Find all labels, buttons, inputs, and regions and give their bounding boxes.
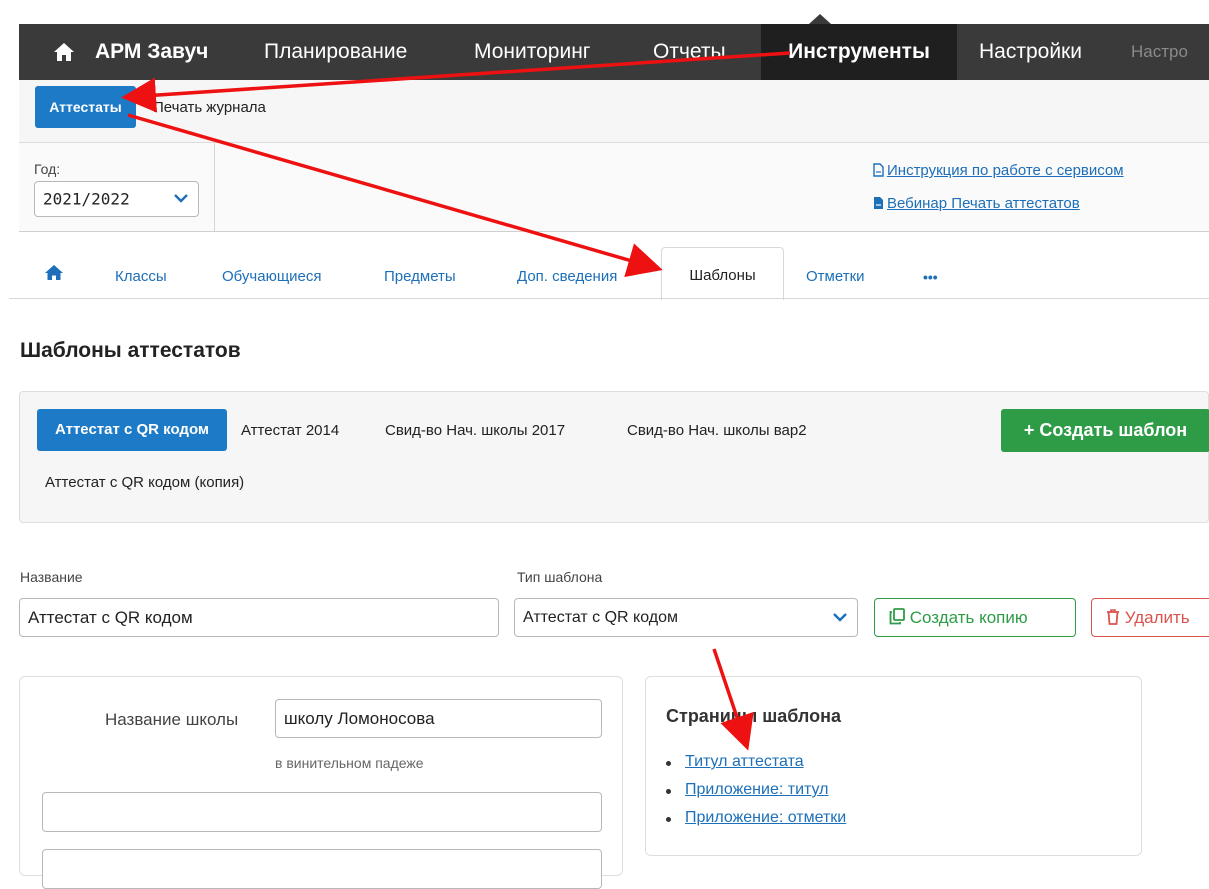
delete-label: Удалить bbox=[1124, 607, 1190, 627]
school-extra-input-2[interactable] bbox=[42, 849, 602, 889]
pdf-file-icon bbox=[873, 163, 884, 181]
delete-button[interactable]: Удалить bbox=[1091, 598, 1209, 637]
create-copy-button[interactable]: Создать копию bbox=[874, 598, 1076, 637]
page-title: Шаблоны аттестатов bbox=[20, 339, 241, 362]
nav-item-tools[interactable]: Инструменты bbox=[761, 24, 957, 80]
nav-item-monitoring[interactable]: Мониторинг bbox=[474, 24, 590, 80]
webinar-link[interactable]: Вебинар Печать аттестатов bbox=[873, 195, 1080, 214]
list-bullet bbox=[666, 789, 671, 794]
copy-icon bbox=[889, 607, 905, 624]
tabs-divider bbox=[9, 298, 1209, 299]
nav-item-planning[interactable]: Планирование bbox=[264, 24, 407, 80]
webinar-link-text: Вебинар Печать аттестатов bbox=[887, 195, 1080, 212]
template-name-input[interactable]: Аттестат с QR кодом bbox=[19, 598, 499, 637]
template-item[interactable]: Аттестат 2014 bbox=[241, 422, 339, 439]
filter-bar: Год: 2021/2022 Инструкция по работе с се… bbox=[19, 143, 1209, 232]
home-icon[interactable] bbox=[53, 24, 75, 80]
instruction-link-text: Инструкция по работе с сервисом bbox=[887, 162, 1124, 179]
school-name-hint: в винительном падеже bbox=[275, 755, 424, 771]
template-type-label: Тип шаблона bbox=[517, 569, 603, 585]
template-name-value: Аттестат с QR кодом bbox=[28, 607, 193, 627]
list-bullet bbox=[666, 817, 671, 822]
template-item-active[interactable]: Аттестат с QR кодом bbox=[37, 409, 227, 451]
name-label: Название bbox=[20, 569, 83, 585]
list-bullet bbox=[666, 761, 671, 766]
trash-icon bbox=[1107, 608, 1119, 625]
template-type-select[interactable]: Аттестат с QR кодом bbox=[514, 598, 858, 637]
year-value: 2021/2022 bbox=[43, 189, 130, 209]
template-selector-panel: Аттестат с QR кодом Аттестат 2014 Свид-в… bbox=[19, 391, 1209, 523]
nav-item-reports[interactable]: Отчеты bbox=[653, 24, 726, 80]
sub-toolbar: Аттестаты Печать журнала bbox=[19, 80, 1209, 143]
create-copy-label: Создать копию bbox=[909, 607, 1028, 627]
chevron-down-icon bbox=[833, 609, 847, 627]
tab-grades[interactable]: Отметки bbox=[806, 249, 865, 295]
active-menu-caret bbox=[809, 14, 831, 24]
pages-title: Страницы шаблона bbox=[666, 706, 841, 726]
page-link-appendix-grades[interactable]: Приложение: отметки bbox=[685, 809, 846, 827]
school-settings-panel: Название школы школу Ломоносова в вините… bbox=[19, 676, 623, 889]
tab-students[interactable]: Обучающиеся bbox=[222, 249, 322, 295]
tab-subjects[interactable]: Предметы bbox=[384, 249, 456, 295]
year-select[interactable]: 2021/2022 bbox=[34, 181, 199, 217]
brand-title[interactable]: АРМ Завуч bbox=[95, 24, 208, 80]
filter-divider bbox=[214, 143, 215, 231]
template-pages-panel: Страницы шаблона Титул аттестата Приложе… bbox=[645, 676, 1142, 856]
tab-templates[interactable]: Шаблоны bbox=[661, 247, 784, 300]
page-link-title[interactable]: Титул аттестата bbox=[685, 753, 804, 771]
school-name-input[interactable]: школу Ломоносова bbox=[275, 699, 602, 738]
top-navbar: АРМ Завуч Планирование Мониторинг Отчеты… bbox=[19, 24, 1209, 80]
print-journal-button[interactable]: Печать журнала bbox=[153, 99, 266, 116]
attestaty-button[interactable]: Аттестаты bbox=[35, 86, 136, 128]
instruction-link[interactable]: Инструкция по работе с сервисом bbox=[873, 162, 1124, 181]
tab-more-ellipsis-icon[interactable]: ••• bbox=[923, 249, 938, 295]
nav-item-overflow[interactable]: Настро bbox=[1131, 24, 1188, 80]
template-item[interactable]: Свид-во Нач. школы 2017 bbox=[385, 422, 565, 439]
chevron-down-icon bbox=[174, 190, 188, 208]
tab-classes[interactable]: Классы bbox=[115, 249, 167, 295]
tab-additional-info[interactable]: Доп. сведения bbox=[517, 249, 617, 295]
template-item[interactable]: Свид-во Нач. школы вар2 bbox=[627, 422, 807, 439]
nav-item-settings[interactable]: Настройки bbox=[979, 24, 1082, 80]
school-name-value: школу Ломоносова bbox=[284, 708, 435, 728]
page-link-appendix-title[interactable]: Приложение: титул bbox=[685, 781, 829, 799]
create-template-button[interactable]: + Создать шаблон bbox=[1001, 409, 1209, 452]
tab-home-icon[interactable] bbox=[44, 249, 64, 295]
template-item[interactable]: Аттестат с QR кодом (копия) bbox=[45, 474, 244, 491]
school-extra-input[interactable] bbox=[42, 792, 602, 832]
pdf-file-icon bbox=[873, 196, 884, 214]
year-label: Год: bbox=[34, 161, 61, 177]
template-type-value: Аттестат с QR кодом bbox=[523, 608, 679, 626]
school-name-label: Название школы bbox=[105, 710, 239, 729]
